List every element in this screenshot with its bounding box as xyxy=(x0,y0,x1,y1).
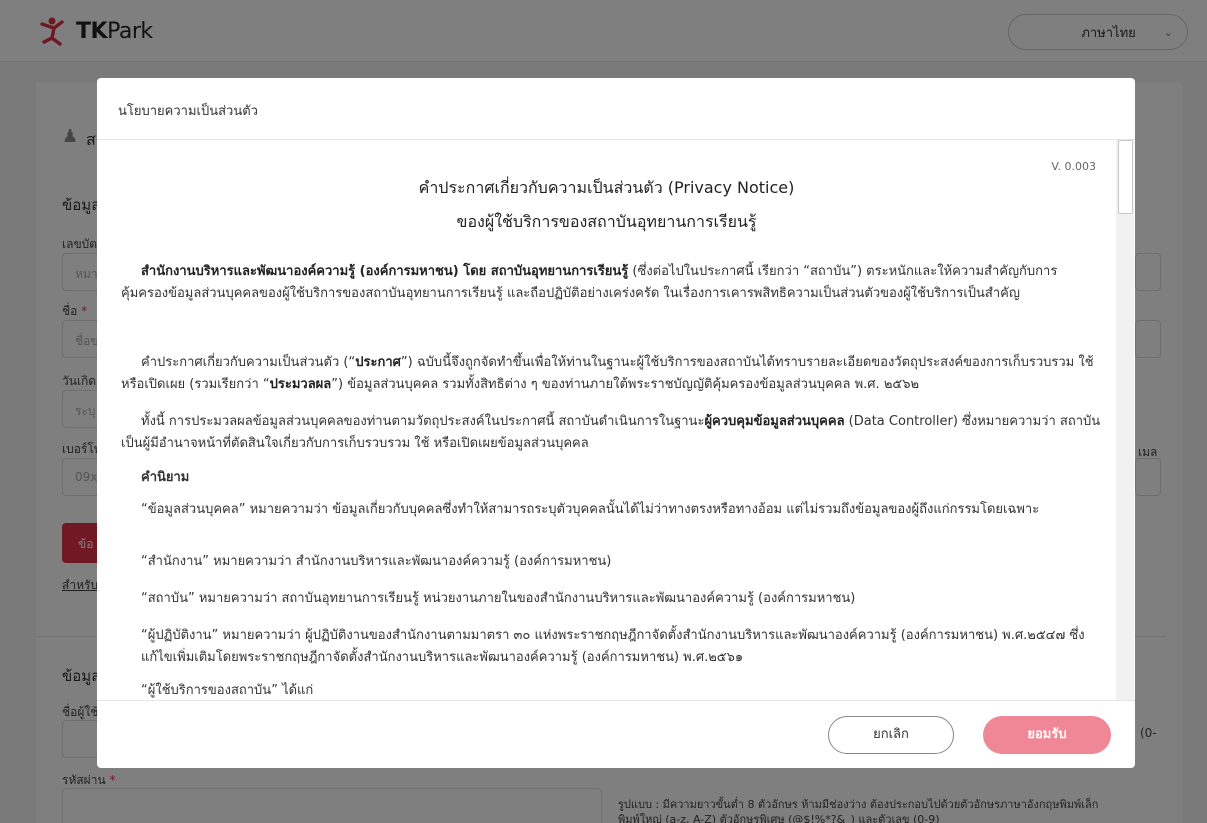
privacy-notice-document: V. 0.003 คำประกาศเกี่ยวกับความเป็นส่วนตั… xyxy=(97,140,1116,700)
privacy-policy-modal: นโยบายความเป็นส่วนตัว V. 0.003 คำประกาศเ… xyxy=(97,78,1135,768)
definition-staff: “ผู้ปฏิบัติงาน” หมายความว่า ผู้ปฏิบัติงา… xyxy=(141,628,1085,665)
cancel-button[interactable]: ยกเลิก xyxy=(828,716,954,754)
definition-service-users: “ผู้ใช้บริการของสถาบัน” ได้แก่ xyxy=(141,683,314,698)
modal-footer: ยกเลิก ยอมรับ xyxy=(97,700,1135,768)
paragraph-intro: สำนักงานบริหารและพัฒนาองค์ความรู้ (องค์ก… xyxy=(121,264,1058,301)
paragraph-purpose: คำประกาศเกี่ยวกับความเป็นส่วนตัว (“ประกา… xyxy=(121,355,1094,392)
scrollbar-track[interactable] xyxy=(1116,140,1134,700)
paragraph-controller: ทั้งนี้ การประมวลผลข้อมูลส่วนบุคคลของท่า… xyxy=(121,414,1101,451)
document-title-2: ของผู้ใช้บริการของสถาบันอุทยานการเรียนรู… xyxy=(456,212,757,231)
modal-header: นโยบายความเป็นส่วนตัว xyxy=(97,78,1135,140)
version-label: V. 0.003 xyxy=(1051,160,1096,173)
definition-personal-data: “ข้อมูลส่วนบุคคล” หมายความว่า ข้อมูลเกี่… xyxy=(141,502,1040,517)
modal-body[interactable]: V. 0.003 คำประกาศเกี่ยวกับความเป็นส่วนตั… xyxy=(97,140,1135,700)
definitions-heading: คำนิยาม xyxy=(141,470,190,485)
document-title-1: คำประกาศเกี่ยวกับความเป็นส่วนตัว (Privac… xyxy=(418,178,795,197)
scrollbar-thumb[interactable] xyxy=(1118,140,1133,214)
definition-institute: “สถาบัน” หมายความว่า สถาบันอุทยานการเรีย… xyxy=(141,591,856,606)
modal-title: นโยบายความเป็นส่วนตัว xyxy=(118,104,258,119)
definition-office: “สำนักงาน” หมายความว่า สำนักงานบริหารและ… xyxy=(141,554,612,569)
accept-button[interactable]: ยอมรับ xyxy=(983,716,1111,754)
